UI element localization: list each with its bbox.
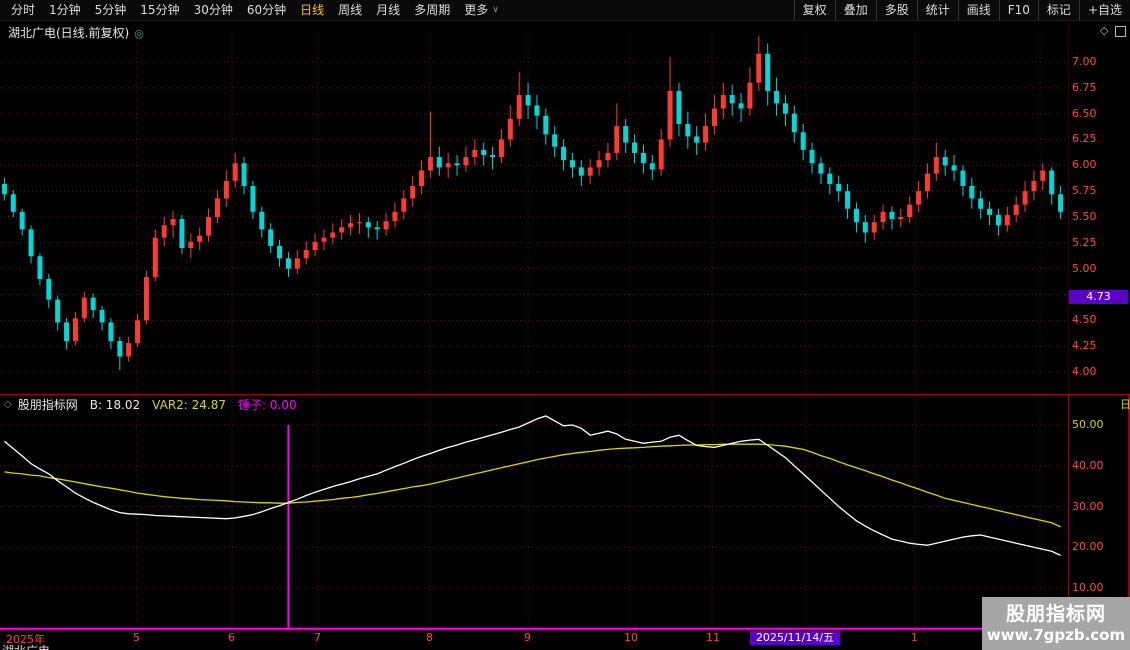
date-tick-5: 5 bbox=[133, 631, 140, 644]
diamond-icon[interactable]: ◇ bbox=[1100, 24, 1108, 37]
main-axis-divider bbox=[1068, 20, 1069, 394]
candlestick-chart[interactable] bbox=[0, 20, 1068, 394]
indicator-tick-20.00: 20.00 bbox=[1072, 540, 1126, 554]
trading-app-window: 分时1分钟5分钟15分钟30分钟60分钟日线周线月线多周期更多∨ 复权叠加多股统… bbox=[0, 0, 1130, 650]
line-VAR2 bbox=[4, 444, 1060, 527]
price-tick-5.00: 5.00 bbox=[1072, 262, 1126, 276]
indicator-header: ◇ 股朋指标网 B: 18.02 VAR2: 24.87 锤子: 0.00 bbox=[4, 396, 297, 413]
period-tab-月线[interactable]: 月线 bbox=[369, 0, 407, 20]
watermark-url: www.7gpzb.com bbox=[987, 626, 1125, 645]
tool-button-画线[interactable]: 画线 bbox=[958, 0, 999, 20]
period-tab-15分钟[interactable]: 15分钟 bbox=[133, 0, 186, 20]
price-crosshair-marker: 4.73 bbox=[1069, 290, 1128, 304]
date-tick-11: 11 bbox=[706, 631, 720, 644]
price-tick-4.25: 4.25 bbox=[1072, 339, 1126, 353]
period-tab-bar: 分时1分钟5分钟15分钟30分钟60分钟日线周线月线多周期更多∨ bbox=[0, 0, 505, 20]
title-badge-icon: ◎ bbox=[134, 27, 144, 40]
period-tab-多周期[interactable]: 多周期 bbox=[407, 0, 457, 20]
period-tab-1分钟[interactable]: 1分钟 bbox=[42, 0, 88, 20]
indicator-collapse-icon[interactable]: ◇ bbox=[4, 399, 12, 410]
period-tab-分时[interactable]: 分时 bbox=[4, 0, 42, 20]
tool-button-多股[interactable]: 多股 bbox=[876, 0, 917, 20]
tool-button-标记[interactable]: 标记 bbox=[1038, 0, 1079, 20]
top-toolbar: 分时1分钟5分钟15分钟30分钟60分钟日线周线月线多周期更多∨ 复权叠加多股统… bbox=[0, 0, 1130, 21]
date-axis: 2025年5678910111 bbox=[0, 630, 1130, 646]
indicator-axis-divider bbox=[1068, 394, 1069, 630]
pane-divider bbox=[0, 394, 1130, 395]
chart-title-row: 湖北广电(日线.前复权) ◎ bbox=[8, 24, 144, 41]
indicator-name[interactable]: 股朋指标网 bbox=[18, 396, 78, 413]
tool-button-叠加[interactable]: 叠加 bbox=[835, 0, 876, 20]
price-tick-6.25: 6.25 bbox=[1072, 132, 1126, 146]
tool-button-F10[interactable]: F10 bbox=[999, 0, 1038, 20]
price-tick-5.50: 5.50 bbox=[1072, 210, 1126, 224]
date-tick-7: 7 bbox=[314, 631, 321, 644]
price-tick-4.00: 4.00 bbox=[1072, 365, 1126, 379]
period-tab-60分钟[interactable]: 60分钟 bbox=[240, 0, 293, 20]
more-dropdown-arrow-icon[interactable]: ∨ bbox=[492, 5, 505, 15]
indicator-tick-30.00: 30.00 bbox=[1072, 500, 1126, 514]
date-tick-6: 6 bbox=[228, 631, 235, 644]
date-crosshair-marker: 2025/11/14/五 bbox=[750, 631, 840, 645]
indicator-tick-50.00: 50.00 bbox=[1072, 418, 1126, 432]
price-tick-6.00: 6.00 bbox=[1072, 158, 1126, 172]
window-layout-icon[interactable] bbox=[1115, 26, 1126, 37]
period-tab-更多[interactable]: 更多 bbox=[457, 0, 495, 20]
price-tick-6.75: 6.75 bbox=[1072, 81, 1126, 95]
indicator-value-hammer: 锤子: 0.00 bbox=[238, 396, 297, 413]
indicator-gridlines bbox=[0, 394, 1068, 628]
period-tab-日线[interactable]: 日线 bbox=[293, 0, 331, 20]
price-tick-5.25: 5.25 bbox=[1072, 236, 1126, 250]
price-tick-5.75: 5.75 bbox=[1072, 184, 1126, 198]
indicator-value-b: B: 18.02 bbox=[90, 398, 140, 412]
tool-button-+自选[interactable]: +自选 bbox=[1079, 0, 1130, 20]
indicator-value-var2: VAR2: 24.87 bbox=[152, 398, 226, 412]
date-tick-10: 10 bbox=[624, 631, 638, 644]
date-tick-1: 1 bbox=[911, 631, 918, 644]
chart-corner-icons: ◇ bbox=[1100, 24, 1126, 37]
indicator-tick-10.00: 10.00 bbox=[1072, 581, 1126, 595]
tool-button-复权[interactable]: 复权 bbox=[794, 0, 835, 20]
date-tick-9: 9 bbox=[524, 631, 531, 644]
watermark-name: 股朋指标网 bbox=[1006, 603, 1106, 626]
indicator-period-label: 日 bbox=[1120, 396, 1130, 412]
price-tick-7.00: 7.00 bbox=[1072, 55, 1126, 69]
period-tab-周线[interactable]: 周线 bbox=[331, 0, 369, 20]
period-tab-30分钟[interactable]: 30分钟 bbox=[187, 0, 240, 20]
symbol-title: 湖北广电(日线.前复权) bbox=[8, 26, 129, 40]
period-tab-5分钟[interactable]: 5分钟 bbox=[88, 0, 134, 20]
indicator-chart[interactable] bbox=[0, 394, 1068, 630]
site-watermark: 股朋指标网 www.7gpzb.com bbox=[982, 597, 1130, 650]
price-tick-4.50: 4.50 bbox=[1072, 313, 1126, 327]
line-B bbox=[4, 416, 1060, 555]
clipped-bottom-title: 湖北广电 bbox=[2, 645, 50, 650]
indicator-tick-40.00: 40.00 bbox=[1072, 459, 1126, 473]
date-tick-8: 8 bbox=[426, 631, 433, 644]
tool-button-bar: 复权叠加多股统计画线F10标记+自选 bbox=[794, 0, 1130, 20]
tool-button-统计[interactable]: 统计 bbox=[917, 0, 958, 20]
price-tick-6.50: 6.50 bbox=[1072, 107, 1126, 121]
